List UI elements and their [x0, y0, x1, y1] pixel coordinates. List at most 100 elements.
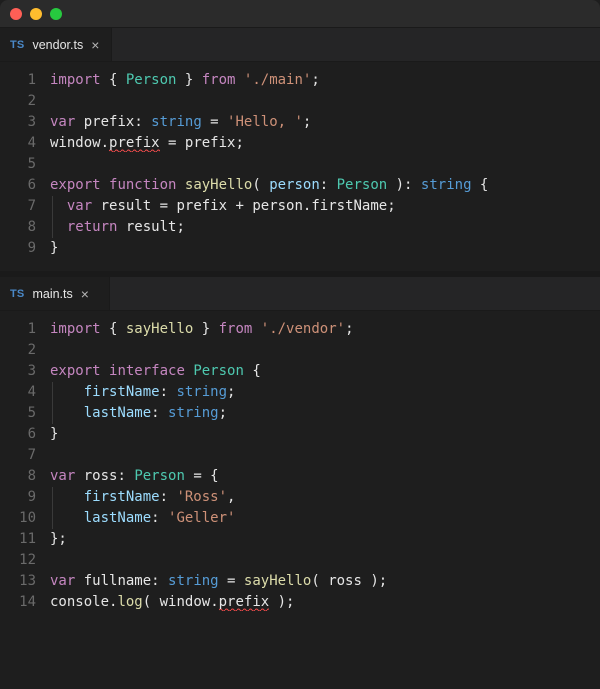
code-line[interactable]: lastName: 'Geller'	[50, 508, 600, 529]
token-punc: :	[160, 384, 177, 400]
token-id: result	[101, 198, 152, 214]
code-editor[interactable]: 1234567891011121314 import { sayHello } …	[0, 311, 600, 625]
token-punc: }	[176, 72, 201, 88]
line-number: 1	[0, 319, 36, 340]
token-kw: var	[50, 573, 75, 589]
token-punc: .	[101, 135, 109, 151]
code-line[interactable]: }	[50, 424, 600, 445]
code-line[interactable]	[50, 91, 600, 112]
code-line[interactable]: import { sayHello } from './vendor';	[50, 319, 600, 340]
token-punc: .	[210, 594, 218, 610]
token-punc	[92, 198, 100, 214]
token-punc	[252, 321, 260, 337]
minimize-window-button[interactable]	[30, 8, 42, 20]
line-number: 5	[0, 154, 36, 175]
token-punc	[50, 219, 67, 235]
code-line[interactable]: }	[50, 238, 600, 259]
token-id: person	[252, 198, 303, 214]
code-line[interactable]: };	[50, 529, 600, 550]
code-line[interactable]: import { Person } from './main';	[50, 70, 600, 91]
token-str: 'Hello, '	[227, 114, 303, 130]
token-id: result	[126, 219, 177, 235]
line-number: 3	[0, 112, 36, 133]
token-punc: ;	[219, 405, 227, 421]
token-punc: }	[50, 426, 58, 442]
language-badge: TS	[10, 288, 24, 300]
line-number: 10	[0, 508, 36, 529]
tab-bar: TS main.ts ×	[0, 277, 600, 311]
token-str: './vendor'	[261, 321, 345, 337]
code-line[interactable]: firstName: string;	[50, 382, 600, 403]
token-kw: var	[50, 114, 75, 130]
token-prm: person	[269, 177, 320, 193]
token-punc: ;	[311, 72, 319, 88]
token-punc	[75, 573, 83, 589]
token-kw: interface	[109, 363, 185, 379]
code-line[interactable]	[50, 550, 600, 571]
code-line[interactable]	[50, 340, 600, 361]
code-line[interactable]	[50, 445, 600, 466]
error-squiggle: prefix	[109, 135, 160, 152]
code-line[interactable]	[50, 154, 600, 175]
close-tab-icon[interactable]: ×	[91, 38, 99, 52]
token-id: prefix	[176, 198, 227, 214]
code-line[interactable]: firstName: 'Ross',	[50, 487, 600, 508]
language-badge: TS	[10, 39, 24, 51]
token-kwt: string	[421, 177, 472, 193]
traffic-lights	[10, 8, 62, 20]
token-punc: );	[362, 573, 387, 589]
code-line[interactable]: var fullname: string = sayHello( ross );	[50, 571, 600, 592]
token-punc: =	[202, 114, 227, 130]
token-id: prefix	[185, 135, 236, 151]
token-punc: +	[227, 198, 252, 214]
line-number: 9	[0, 487, 36, 508]
token-fn: sayHello	[126, 321, 193, 337]
token-punc: }	[50, 240, 58, 256]
code-line[interactable]: var prefix: string = 'Hello, ';	[50, 112, 600, 133]
code-area[interactable]: import { Person } from './main'; var pre…	[50, 70, 600, 259]
token-kw: import	[50, 72, 101, 88]
code-line[interactable]: export function sayHello( person: Person…	[50, 175, 600, 196]
code-area[interactable]: import { sayHello } from './vendor'; exp…	[50, 319, 600, 613]
line-number: 9	[0, 238, 36, 259]
close-tab-icon[interactable]: ×	[81, 287, 89, 301]
code-line[interactable]: return result;	[50, 217, 600, 238]
token-id: fullname	[84, 573, 151, 589]
token-prop: firstName	[84, 489, 160, 505]
token-punc: );	[269, 594, 294, 610]
token-fn: sayHello	[185, 177, 252, 193]
token-kw: from	[219, 321, 253, 337]
code-line[interactable]: var ross: Person = {	[50, 466, 600, 487]
token-punc: = {	[185, 468, 219, 484]
tab-main-ts[interactable]: TS main.ts ×	[0, 277, 110, 310]
code-line[interactable]: var result = prefix + person.firstName;	[50, 196, 600, 217]
token-fn: sayHello	[244, 573, 311, 589]
code-editor[interactable]: 123456789 import { Person } from './main…	[0, 62, 600, 271]
token-kwt: string	[168, 573, 219, 589]
token-punc	[50, 510, 84, 526]
token-punc	[75, 468, 83, 484]
token-punc: :	[151, 405, 168, 421]
line-number: 6	[0, 424, 36, 445]
code-line[interactable]: console.log( window.prefix );	[50, 592, 600, 613]
token-punc: =	[219, 573, 244, 589]
token-obj: console	[50, 594, 109, 610]
zoom-window-button[interactable]	[50, 8, 62, 20]
token-punc: =	[151, 198, 176, 214]
token-punc: }	[193, 321, 218, 337]
token-prop: lastName	[84, 405, 151, 421]
line-number: 6	[0, 175, 36, 196]
token-punc: =	[160, 135, 185, 151]
token-punc: (	[311, 573, 328, 589]
close-window-button[interactable]	[10, 8, 22, 20]
token-punc	[101, 177, 109, 193]
code-line[interactable]: export interface Person {	[50, 361, 600, 382]
token-punc	[176, 177, 184, 193]
line-number: 4	[0, 133, 36, 154]
code-line[interactable]: window.prefix = prefix;	[50, 133, 600, 154]
tab-vendor-ts[interactable]: TS vendor.ts ×	[0, 28, 112, 61]
token-kwt: string	[151, 114, 202, 130]
token-punc	[235, 72, 243, 88]
code-line[interactable]: lastName: string;	[50, 403, 600, 424]
line-number: 11	[0, 529, 36, 550]
